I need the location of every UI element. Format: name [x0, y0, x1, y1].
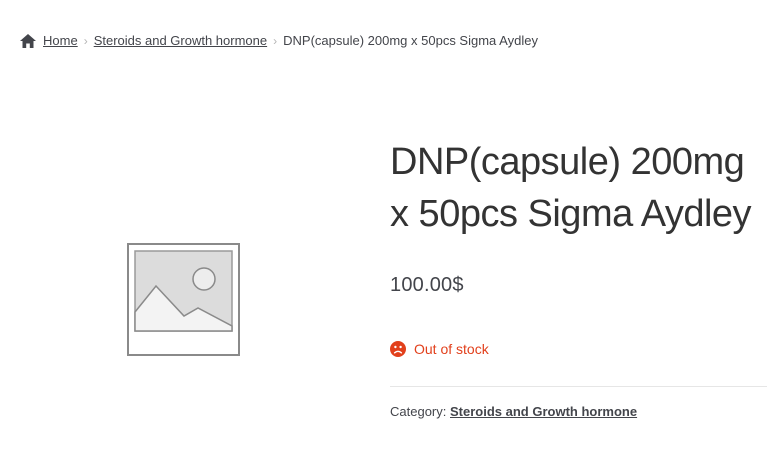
breadcrumb-separator: › — [83, 33, 88, 48]
product-meta: Category: Steroids and Growth hormone — [390, 404, 637, 419]
frown-icon — [390, 341, 406, 357]
product-image[interactable] — [126, 242, 241, 357]
breadcrumb: Home › Steroids and Growth hormone › DNP… — [20, 33, 538, 48]
home-icon — [20, 33, 36, 48]
placeholder-image-icon — [127, 243, 240, 356]
breadcrumb-category-link[interactable]: Steroids and Growth hormone — [94, 33, 267, 48]
stock-status: Out of stock — [390, 341, 489, 357]
breadcrumb-separator: › — [273, 33, 278, 48]
breadcrumb-home-link[interactable]: Home — [43, 33, 78, 48]
product-price: 100.00$ — [390, 274, 464, 296]
stock-status-label: Out of stock — [414, 341, 489, 357]
divider — [390, 386, 767, 387]
category-link[interactable]: Steroids and Growth hormone — [450, 404, 637, 419]
category-label: Category: — [390, 404, 447, 419]
product-title: DNP(capsule) 200mg x 50pcs Sigma Aydley — [390, 141, 752, 235]
breadcrumb-current: DNP(capsule) 200mg x 50pcs Sigma Aydley — [283, 33, 538, 48]
